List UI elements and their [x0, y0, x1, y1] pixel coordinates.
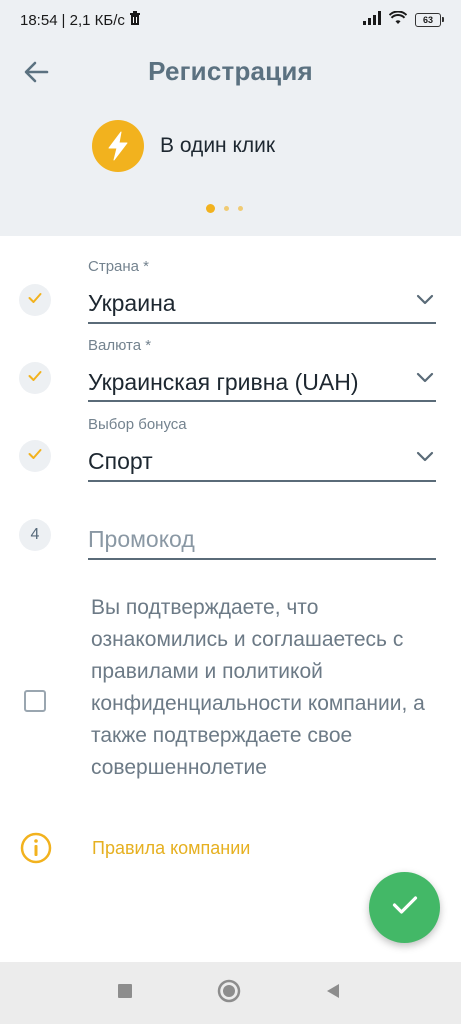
consent-text: Вы подтверждаете, что ознакомились и сог…: [91, 596, 425, 779]
status-time: 18:54: [20, 11, 58, 29]
status-network-speed: | 2,1 КБ/с: [61, 11, 125, 29]
system-nav-bar: [0, 962, 461, 1024]
trash-icon: [129, 11, 141, 29]
recent-apps-button[interactable]: [114, 982, 136, 1004]
battery-level: 63: [422, 15, 433, 25]
square-icon: [117, 983, 133, 1004]
page-title: Регистрация: [148, 56, 313, 86]
wifi-icon: [388, 10, 408, 29]
chevron-down-icon[interactable]: [414, 445, 436, 467]
promo-step-badge: 4: [19, 519, 51, 551]
chevron-down-icon[interactable]: [414, 366, 436, 388]
check-icon: [28, 369, 42, 387]
pagination-dot-active: [206, 204, 215, 213]
app-header: Регистрация: [0, 48, 461, 98]
check-icon: [28, 447, 42, 465]
country-label: Страна *: [88, 258, 150, 275]
registration-mode: В один клик: [92, 120, 275, 172]
lightning-icon: [92, 120, 144, 172]
registration-mode-label: В один клик: [160, 134, 276, 157]
company-rules-link[interactable]: Правила компании: [92, 838, 250, 859]
country-value[interactable]: Украина: [88, 290, 176, 317]
check-icon: [28, 291, 42, 309]
pagination-dot: [238, 206, 243, 211]
submit-button[interactable]: [369, 872, 440, 943]
home-circle-icon: [217, 979, 241, 1008]
battery-icon: 63: [415, 13, 444, 27]
currency-check-badge: [19, 362, 51, 394]
promo-input[interactable]: Промокод: [88, 526, 195, 553]
back-nav-button[interactable]: [322, 982, 344, 1004]
status-bar: 18:54 | 2,1 КБ/с 63: [0, 0, 461, 40]
bonus-label: Выбор бонуса: [88, 416, 187, 433]
home-button[interactable]: [217, 979, 241, 1004]
check-icon: [392, 895, 418, 920]
triangle-back-icon: [324, 982, 342, 1005]
pagination-dots: [206, 204, 243, 213]
pagination-dot: [224, 206, 229, 211]
country-check-badge: [19, 284, 51, 316]
bonus-underline: [88, 480, 436, 482]
consent-checkbox[interactable]: [24, 690, 46, 712]
signal-icon: [363, 11, 381, 29]
bonus-value[interactable]: Спорт: [88, 448, 153, 475]
promo-underline: [88, 558, 436, 560]
chevron-down-icon[interactable]: [414, 288, 436, 310]
bonus-check-badge: [19, 440, 51, 472]
currency-label: Валюта *: [88, 337, 152, 354]
currency-value[interactable]: Украинская гривна (UAH): [88, 369, 359, 396]
currency-underline: [88, 400, 436, 402]
country-underline: [88, 322, 436, 324]
info-icon: [20, 832, 52, 864]
